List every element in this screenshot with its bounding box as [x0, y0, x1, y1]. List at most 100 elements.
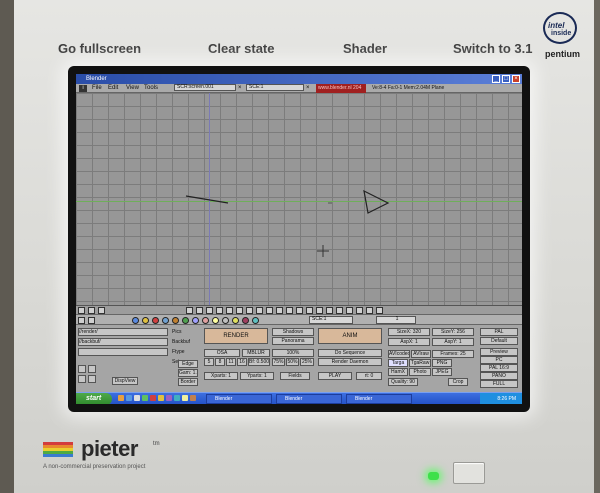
radiosity-buttons-icon[interactable] — [212, 317, 219, 324]
animation-buttons-icon[interactable] — [172, 317, 179, 324]
osa-16-button[interactable]: 16 — [237, 358, 247, 366]
ftype-field[interactable] — [78, 348, 168, 356]
rotate-icon[interactable] — [356, 307, 363, 314]
fullscreen-icon[interactable] — [88, 317, 95, 324]
panel-toggle-icon[interactable] — [88, 365, 96, 373]
sizex-field[interactable]: SizeX: 320 — [388, 328, 430, 336]
avicodec-button[interactable]: AVIcodec — [388, 350, 410, 358]
display-buttons-icon[interactable] — [252, 317, 259, 324]
panorama-button[interactable]: Panorama — [272, 337, 314, 345]
screen-field[interactable]: SCR:screen.001 — [174, 84, 236, 91]
scene-field[interactable]: SCE:1 — [309, 316, 353, 324]
constraint-buttons-icon[interactable] — [202, 317, 209, 324]
mblur-button[interactable]: MBLUR — [242, 349, 270, 357]
script-buttons-icon[interactable] — [222, 317, 229, 324]
menu-tools[interactable]: Tools — [144, 84, 158, 93]
3d-viewport-grid[interactable] — [76, 93, 522, 305]
yparts-field[interactable]: Yparts: 1 — [240, 372, 274, 380]
pct-50-button[interactable]: 50% — [286, 358, 299, 366]
quicklaunch-icon[interactable] — [190, 395, 196, 401]
close-screen-icon[interactable]: × — [238, 84, 242, 93]
layer-icon[interactable] — [246, 307, 253, 314]
xparts-field[interactable]: Xparts: 1 — [204, 372, 238, 380]
home-icon[interactable] — [98, 307, 105, 314]
do-sequence-button[interactable]: Do Sequence — [318, 349, 382, 357]
quality-field[interactable]: Quality: 90 — [388, 378, 418, 386]
clear-state-button[interactable]: Clear state — [208, 41, 274, 56]
pan-icon[interactable] — [336, 307, 343, 314]
layer-icon[interactable] — [206, 307, 213, 314]
quicklaunch-icon[interactable] — [142, 395, 148, 401]
layer-icon[interactable] — [256, 307, 263, 314]
targa-button[interactable]: Targa — [388, 359, 408, 367]
preset-full-button[interactable]: FULL — [480, 380, 518, 388]
gamma-field[interactable]: Gam: 1.0 — [178, 369, 198, 377]
jpeg-button[interactable]: JPEG — [432, 368, 452, 376]
minimize-icon[interactable]: _ — [492, 75, 500, 83]
preset-preview-button[interactable]: Preview — [480, 348, 518, 356]
shader-button[interactable]: Shader — [343, 41, 387, 56]
draw-type-icon[interactable] — [316, 307, 323, 314]
taskbar-item-blender[interactable]: Blender — [276, 394, 342, 404]
taskbar-item-blender[interactable]: Blender — [206, 394, 272, 404]
render-button[interactable]: RENDER — [204, 328, 268, 344]
quicklaunch-icon[interactable] — [134, 395, 140, 401]
osa-11-button[interactable]: 11 — [226, 358, 236, 366]
quicklaunch-icon[interactable] — [174, 395, 180, 401]
lamp-buttons-icon[interactable] — [142, 317, 149, 324]
hamx-button[interactable]: HamX — [388, 368, 408, 376]
maximize-icon[interactable]: □ — [502, 75, 510, 83]
layer-icon[interactable] — [186, 307, 193, 314]
percent-field[interactable]: 100% — [272, 349, 314, 357]
rt-field[interactable]: rt: 0 — [356, 372, 382, 380]
avi-raw-button[interactable]: AVIraw — [411, 350, 431, 358]
bf-field[interactable]: Bf: 0.500 — [248, 358, 270, 366]
start-button[interactable]: start — [76, 393, 112, 404]
world-buttons-icon[interactable] — [182, 317, 189, 324]
view-type-icon[interactable] — [78, 307, 85, 314]
go-fullscreen-button[interactable]: Go fullscreen — [58, 41, 141, 56]
preset-pal-button[interactable]: PAL — [480, 328, 518, 336]
anim-button[interactable]: ANIM — [318, 328, 382, 344]
quicklaunch-icon[interactable] — [126, 395, 132, 401]
frame-field[interactable]: 1 — [376, 316, 416, 324]
menu-edit[interactable]: Edit — [108, 84, 118, 93]
pics-path-field[interactable]: //render/ — [78, 328, 168, 336]
scene-field[interactable]: SCE:1 — [246, 84, 304, 91]
backbuf-path-field[interactable]: //backbuf/ — [78, 338, 168, 346]
pct-75-button[interactable]: 75% — [272, 358, 285, 366]
layer-icon[interactable] — [266, 307, 273, 314]
perspective-icon[interactable] — [296, 307, 303, 314]
local-view-icon[interactable] — [306, 307, 313, 314]
quicklaunch-icon[interactable] — [158, 395, 164, 401]
shadows-button[interactable]: Shadows — [272, 328, 314, 336]
border-button[interactable]: Border — [178, 378, 198, 386]
close-scene-icon[interactable]: × — [306, 84, 310, 93]
preset-pal169-button[interactable]: PAL 16:9 — [480, 364, 518, 372]
aspx-field[interactable]: AspX: 1 — [388, 338, 430, 346]
png-button[interactable]: PNG — [432, 359, 452, 367]
switch-version-button[interactable]: Switch to 3.1 — [453, 41, 532, 56]
layer-icon[interactable] — [236, 307, 243, 314]
zoom-icon[interactable] — [326, 307, 333, 314]
view-mode-icon[interactable] — [286, 307, 293, 314]
crop-button[interactable]: Crop — [448, 378, 468, 386]
osa-button[interactable]: OSA — [204, 349, 240, 357]
edit-buttons-icon[interactable] — [192, 317, 199, 324]
sizey-field[interactable]: SizeY: 256 — [432, 328, 474, 336]
fields-button[interactable]: Fields — [280, 372, 310, 380]
power-button[interactable] — [453, 462, 485, 484]
sound-buttons-icon[interactable] — [232, 317, 239, 324]
quicklaunch-icon[interactable] — [118, 395, 124, 401]
layer-icon[interactable] — [216, 307, 223, 314]
dispview-button[interactable]: DispView — [112, 377, 138, 385]
menu-file[interactable]: File — [92, 84, 102, 93]
layer-icon[interactable] — [226, 307, 233, 314]
panel-toggle-icon[interactable] — [88, 375, 96, 383]
play-button[interactable]: PLAY — [318, 372, 352, 380]
material-buttons-icon[interactable] — [152, 317, 159, 324]
grab-icon[interactable] — [346, 307, 353, 314]
buttons-type-icon[interactable] — [78, 317, 85, 324]
quicklaunch-icon[interactable] — [150, 395, 156, 401]
preset-default-button[interactable]: Default — [480, 337, 518, 345]
